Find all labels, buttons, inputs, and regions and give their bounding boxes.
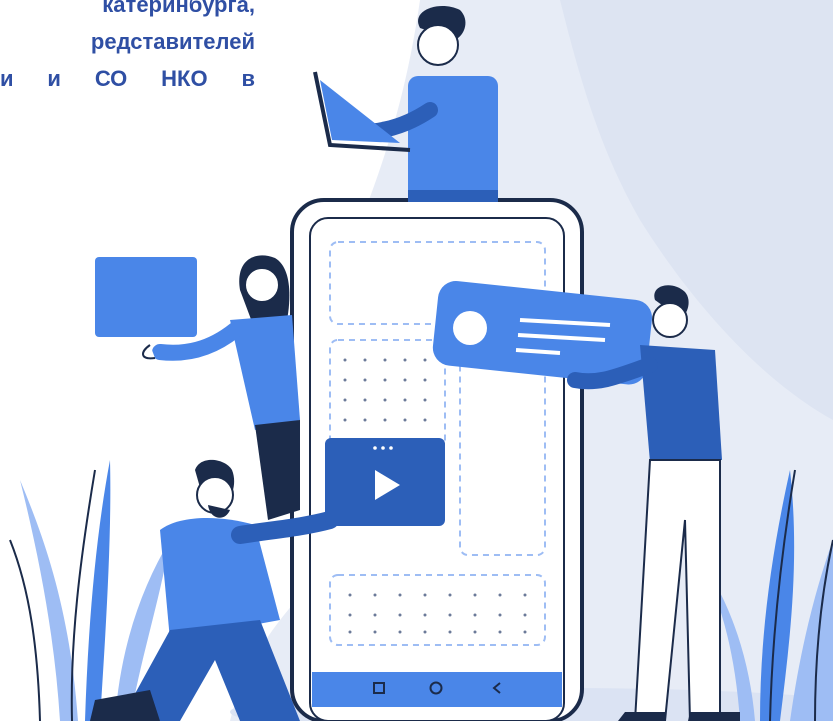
phone-nav-bar bbox=[312, 672, 562, 707]
team-app-illustration bbox=[9, 0, 833, 721]
floating-card-square bbox=[95, 257, 197, 337]
video-card bbox=[325, 438, 445, 526]
